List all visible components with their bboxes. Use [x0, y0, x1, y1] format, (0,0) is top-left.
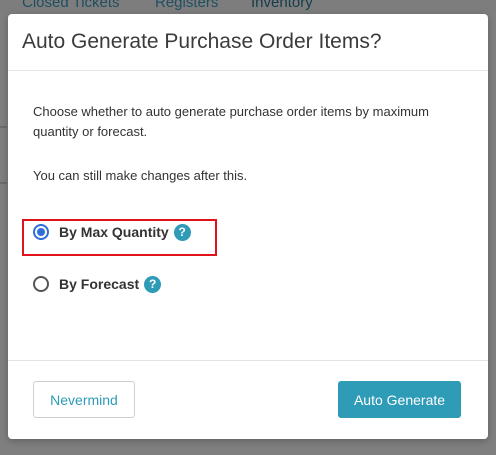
background-edge: [488, 14, 496, 455]
radio-unchecked-icon[interactable]: [33, 276, 49, 292]
help-icon[interactable]: ?: [173, 223, 191, 241]
background-divider: [0, 126, 7, 128]
auto-generate-dialog: Auto Generate Purchase Order Items? Choo…: [8, 14, 488, 439]
tab-closed-tickets: Closed Tickets: [22, 0, 120, 11]
radio-dot: [37, 228, 45, 236]
dialog-note: You can still make changes after this.: [33, 168, 248, 183]
dialog-description: Choose whether to auto generate purchase…: [33, 104, 429, 139]
dialog-header: Auto Generate Purchase Order Items?: [8, 14, 488, 71]
help-icon[interactable]: ?: [144, 275, 162, 293]
nevermind-button[interactable]: Nevermind: [33, 381, 135, 418]
background-nav: Closed Tickets Registers Inventory: [0, 0, 496, 14]
option-forecast[interactable]: By Forecast ?: [33, 273, 162, 295]
option-forecast-label[interactable]: By Forecast: [59, 276, 139, 292]
option-max-quantity[interactable]: By Max Quantity ?: [33, 221, 191, 243]
option-max-quantity-label[interactable]: By Max Quantity: [59, 224, 169, 240]
tab-inventory: Inventory: [251, 0, 313, 11]
radio-checked-icon[interactable]: [33, 224, 49, 240]
dialog-title: Auto Generate Purchase Order Items?: [22, 30, 382, 53]
auto-generate-button[interactable]: Auto Generate: [338, 381, 461, 418]
dialog-body: Choose whether to auto generate purchase…: [8, 71, 488, 360]
tab-registers: Registers: [155, 0, 219, 11]
dialog-footer: Nevermind Auto Generate: [8, 360, 488, 440]
background-divider: [0, 182, 7, 184]
